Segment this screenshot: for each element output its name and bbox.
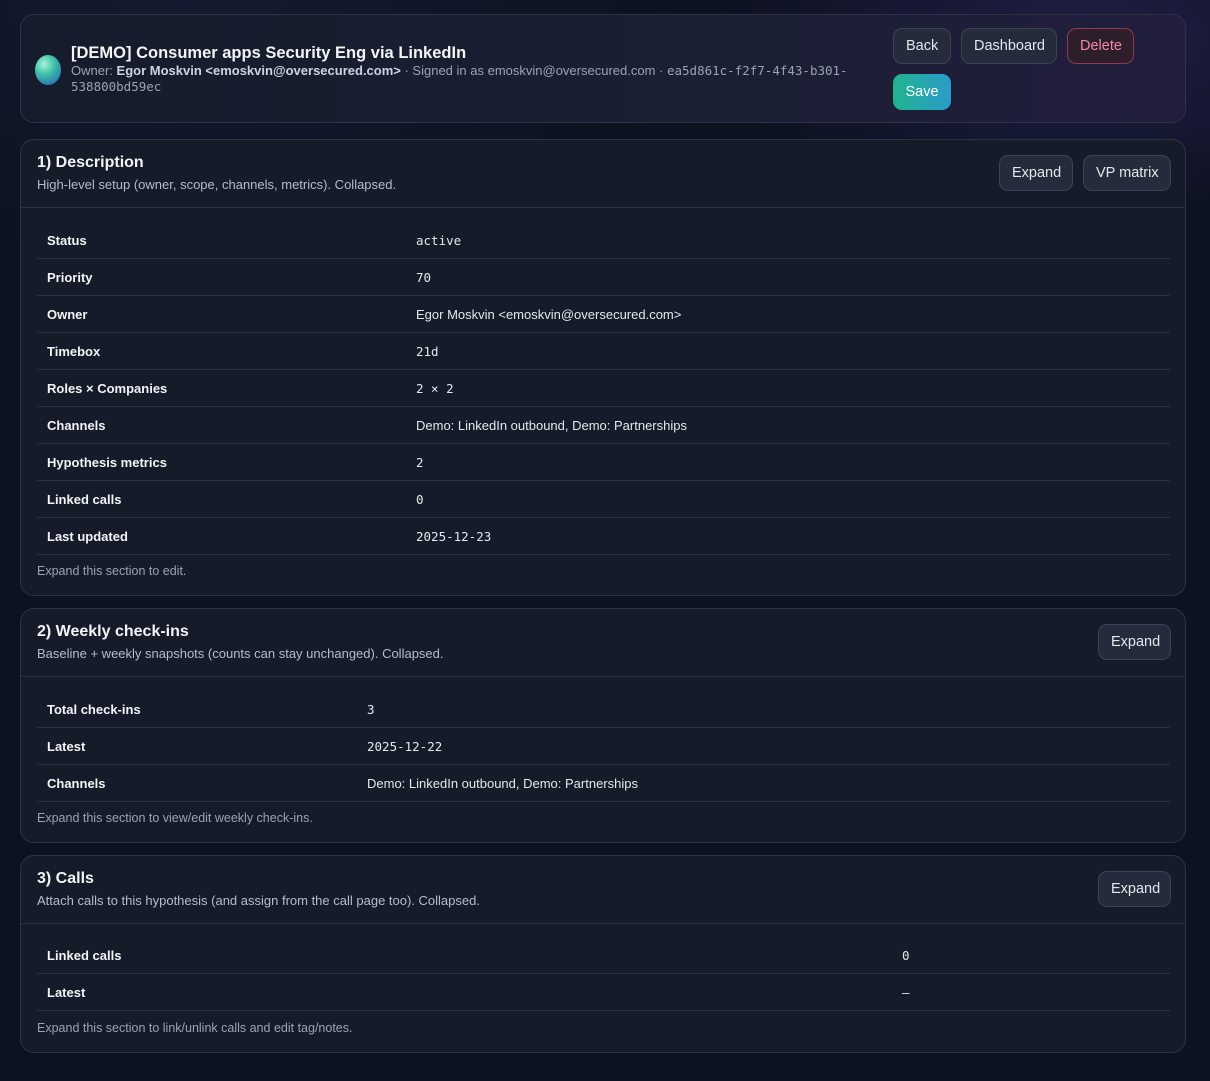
row-key: Priority: [37, 258, 406, 296]
calls-footer-note: Expand this section to link/unlink calls…: [37, 1021, 353, 1035]
row-key: Latest: [37, 973, 892, 1011]
description-section: 1) Description High-level setup (owner, …: [20, 139, 1186, 596]
row-key: Hypothesis metrics: [37, 443, 406, 481]
calls-expand-button[interactable]: Expand: [1098, 871, 1171, 907]
row-value: 2 × 2: [406, 369, 1170, 407]
page-title: [DEMO] Consumer apps Security Eng via Li…: [71, 44, 467, 62]
table-row: Linked calls 0: [37, 937, 1170, 974]
row-key: Roles × Companies: [37, 369, 406, 407]
row-value: —: [892, 973, 1170, 1011]
checkins-title: 2) Weekly check-ins: [37, 623, 189, 640]
description-title: 1) Description: [37, 154, 144, 171]
save-button[interactable]: Save: [893, 74, 951, 110]
row-key: Channels: [37, 406, 406, 444]
row-key: Timebox: [37, 332, 406, 370]
back-button[interactable]: Back: [893, 28, 951, 64]
delete-button[interactable]: Delete: [1067, 28, 1134, 64]
description-subtitle: High-level setup (owner, scope, channels…: [37, 177, 397, 192]
row-key: Linked calls: [37, 480, 406, 518]
table-row: Latest —: [37, 973, 1170, 1011]
description-section-header: 1) Description High-level setup (owner, …: [21, 140, 1185, 208]
table-row: Timebox 21d: [37, 332, 1170, 370]
row-value: 0: [406, 480, 1170, 518]
table-row: Owner Egor Moskvin <emoskvin@oversecured…: [37, 295, 1170, 333]
row-value: Egor Moskvin <emoskvin@oversecured.com>: [406, 295, 1170, 333]
description-expand-button[interactable]: Expand: [999, 155, 1073, 191]
dashboard-button[interactable]: Dashboard: [961, 28, 1057, 64]
table-row: Channels Demo: LinkedIn outbound, Demo: …: [37, 764, 1170, 802]
app-logo-icon: [35, 55, 61, 85]
row-value: 2025-12-23: [406, 517, 1170, 555]
row-value: Demo: LinkedIn outbound, Demo: Partnersh…: [357, 764, 1170, 802]
checkins-footer-note: Expand this section to view/edit weekly …: [37, 811, 313, 825]
description-footer-note: Expand this section to edit.: [37, 564, 187, 578]
checkins-table: Total check-ins 3 Latest 2025-12-22 Chan…: [37, 691, 1170, 802]
table-row: Linked calls 0: [37, 480, 1170, 518]
row-value: 2025-12-22: [357, 727, 1170, 765]
calls-section: 3) Calls Attach calls to this hypothesis…: [20, 855, 1186, 1053]
table-row: Status active: [37, 222, 1170, 259]
checkins-subtitle: Baseline + weekly snapshots (counts can …: [37, 646, 444, 661]
signed-in-text: · Signed in as emoskvin@oversecured.com …: [400, 63, 667, 78]
row-value: 70: [406, 258, 1170, 296]
row-value: 2: [406, 443, 1170, 481]
checkins-expand-button[interactable]: Expand: [1098, 624, 1171, 660]
table-row: Hypothesis metrics 2: [37, 443, 1170, 481]
owner-name: Egor Moskvin <emoskvin@oversecured.com>: [116, 63, 401, 78]
row-key: Owner: [37, 295, 406, 333]
calls-title: 3) Calls: [37, 870, 94, 887]
row-key: Linked calls: [37, 937, 892, 974]
header-meta: Owner: Egor Moskvin <emoskvin@oversecure…: [71, 63, 881, 95]
table-row: Priority 70: [37, 258, 1170, 296]
owner-prefix: Owner:: [71, 63, 113, 78]
table-row: Roles × Companies 2 × 2: [37, 369, 1170, 407]
row-key: Latest: [37, 727, 357, 765]
row-key: Total check-ins: [37, 691, 357, 728]
row-value: 3: [357, 691, 1170, 728]
row-key: Last updated: [37, 517, 406, 555]
row-value: 0: [892, 937, 1170, 974]
description-table: Status active Priority 70 Owner Egor Mos…: [37, 222, 1170, 555]
row-value: active: [406, 222, 1170, 259]
table-row: Channels Demo: LinkedIn outbound, Demo: …: [37, 406, 1170, 444]
weekly-checkins-section: 2) Weekly check-ins Baseline + weekly sn…: [20, 608, 1186, 843]
hypothesis-header: [DEMO] Consumer apps Security Eng via Li…: [20, 14, 1186, 123]
table-row: Last updated 2025-12-23: [37, 517, 1170, 555]
row-key: Channels: [37, 764, 357, 802]
calls-section-header: 3) Calls Attach calls to this hypothesis…: [21, 856, 1185, 924]
row-value: Demo: LinkedIn outbound, Demo: Partnersh…: [406, 406, 1170, 444]
row-value: 21d: [406, 332, 1170, 370]
calls-subtitle: Attach calls to this hypothesis (and ass…: [37, 893, 480, 908]
table-row: Latest 2025-12-22: [37, 727, 1170, 765]
checkins-section-header: 2) Weekly check-ins Baseline + weekly sn…: [21, 609, 1185, 677]
table-row: Total check-ins 3: [37, 691, 1170, 728]
row-key: Status: [37, 222, 406, 259]
vp-matrix-button[interactable]: VP matrix: [1083, 155, 1171, 191]
calls-table: Linked calls 0 Latest —: [37, 937, 1170, 1011]
